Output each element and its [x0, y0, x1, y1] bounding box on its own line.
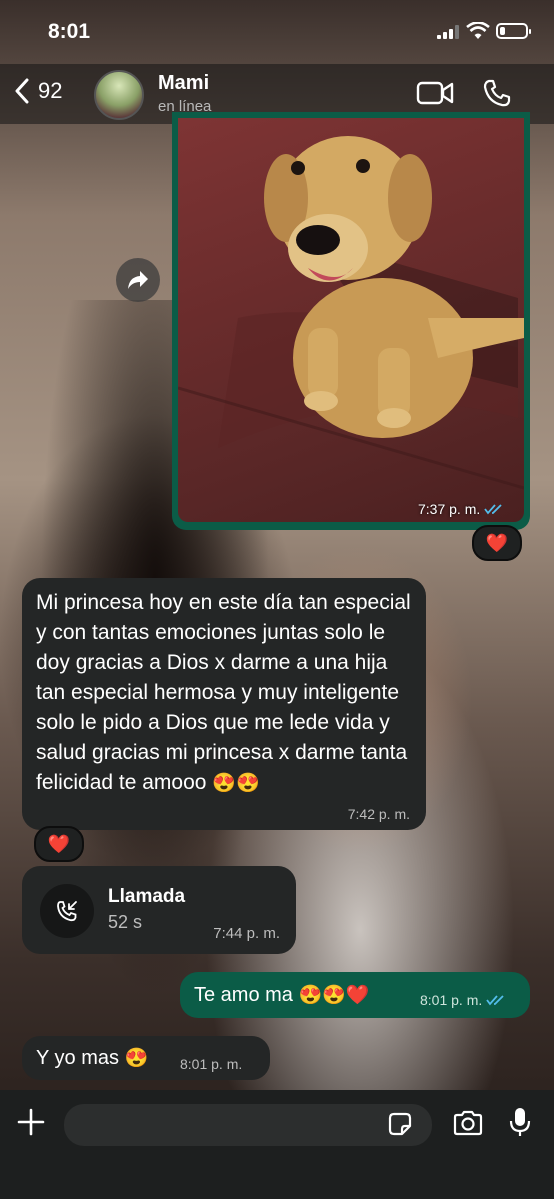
reaction-badge[interactable]: ❤️	[34, 826, 84, 862]
message-input[interactable]	[64, 1104, 432, 1146]
outgoing-message[interactable]: Te amo ma 😍😍❤️ 8:01 p. m.	[180, 972, 530, 1018]
back-button[interactable]: 92	[14, 78, 62, 104]
image-timestamp: 7:37 p. m.	[418, 501, 504, 517]
forward-icon	[128, 271, 148, 289]
image-message[interactable]: 7:37 p. m.	[172, 112, 530, 530]
heart-icon: ❤️	[47, 833, 71, 854]
contact-name[interactable]: Mami	[158, 72, 209, 95]
video-icon[interactable]	[416, 80, 454, 106]
incoming-message[interactable]: Y yo mas 😍 8:01 p. m.	[22, 1036, 270, 1080]
call-title: Llamada	[108, 886, 186, 907]
plus-icon[interactable]	[16, 1107, 46, 1137]
message-timestamp: 7:44 p. m.	[213, 925, 280, 942]
message-emoji: 😍😍❤️	[298, 985, 370, 1006]
unread-count: 92	[38, 78, 63, 103]
phone-icon[interactable]	[482, 78, 512, 108]
message-text: Te amo ma	[194, 984, 293, 1006]
missed-call-icon	[57, 901, 77, 922]
avatar[interactable]	[94, 70, 144, 120]
call-duration: 52 s	[108, 912, 143, 932]
call-message[interactable]: Llamada 52 s 7:44 p. m.	[22, 866, 296, 954]
status-time: 8:01	[48, 20, 91, 43]
heart-icon: ❤️	[485, 532, 509, 553]
chevron-left-icon	[15, 78, 29, 104]
call-icon-wrap	[40, 884, 94, 938]
message-emoji: 😍😍	[212, 773, 260, 794]
camera-icon[interactable]	[452, 1110, 484, 1136]
forward-button[interactable]	[116, 258, 160, 302]
message-timestamp: 8:01 p. m.	[420, 992, 506, 1008]
double-check-icon	[486, 995, 504, 1006]
double-check-icon	[484, 504, 502, 515]
dog-photo[interactable]	[178, 118, 524, 522]
message-text: Y yo mas	[36, 1047, 119, 1069]
message-emoji: 😍	[124, 1048, 149, 1069]
wifi-icon	[466, 22, 490, 39]
reaction-badge[interactable]: ❤️	[472, 525, 522, 561]
message-timestamp: 7:42 p. m.	[347, 806, 410, 822]
message-timestamp: 8:01 p. m.	[180, 1056, 243, 1072]
composer-bar	[0, 1090, 554, 1199]
mic-icon[interactable]	[508, 1106, 532, 1138]
sticker-icon[interactable]	[388, 1112, 412, 1136]
status-bar: 8:01	[0, 0, 554, 64]
signal-icon	[437, 25, 459, 39]
incoming-message[interactable]: Mi princesa hoy en este día tan especial…	[22, 578, 426, 830]
battery-icon	[496, 23, 531, 39]
message-text: Mi princesa hoy en este día tan especial…	[36, 591, 411, 794]
